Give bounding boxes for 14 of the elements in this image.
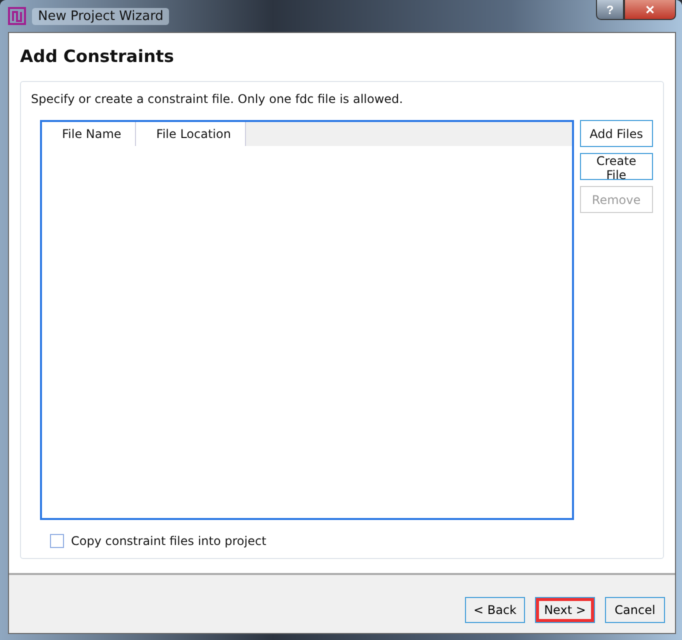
app-logo-icon — [8, 7, 26, 25]
wizard-button[interactable]: Next > — [535, 597, 595, 623]
wizard-button[interactable]: < Back — [465, 597, 525, 623]
side-button[interactable]: Create File — [580, 153, 653, 180]
side-button[interactable]: Add Files — [580, 120, 653, 147]
checkbox[interactable] — [50, 534, 64, 548]
checkbox-label: Copy constraint files into project — [71, 534, 266, 548]
column-header[interactable]: File Location — [136, 122, 246, 146]
page-title: Add Constraints — [20, 47, 175, 67]
instruction-text: Specify or create a constraint file. Only one fdc file is allowed. — [31, 92, 404, 106]
wizard-button[interactable]: Cancel — [605, 597, 665, 623]
column-header[interactable]: File Name — [42, 122, 136, 146]
close-button[interactable]: ✕ — [624, 0, 676, 20]
window-title: New Project Wizard — [32, 8, 170, 24]
